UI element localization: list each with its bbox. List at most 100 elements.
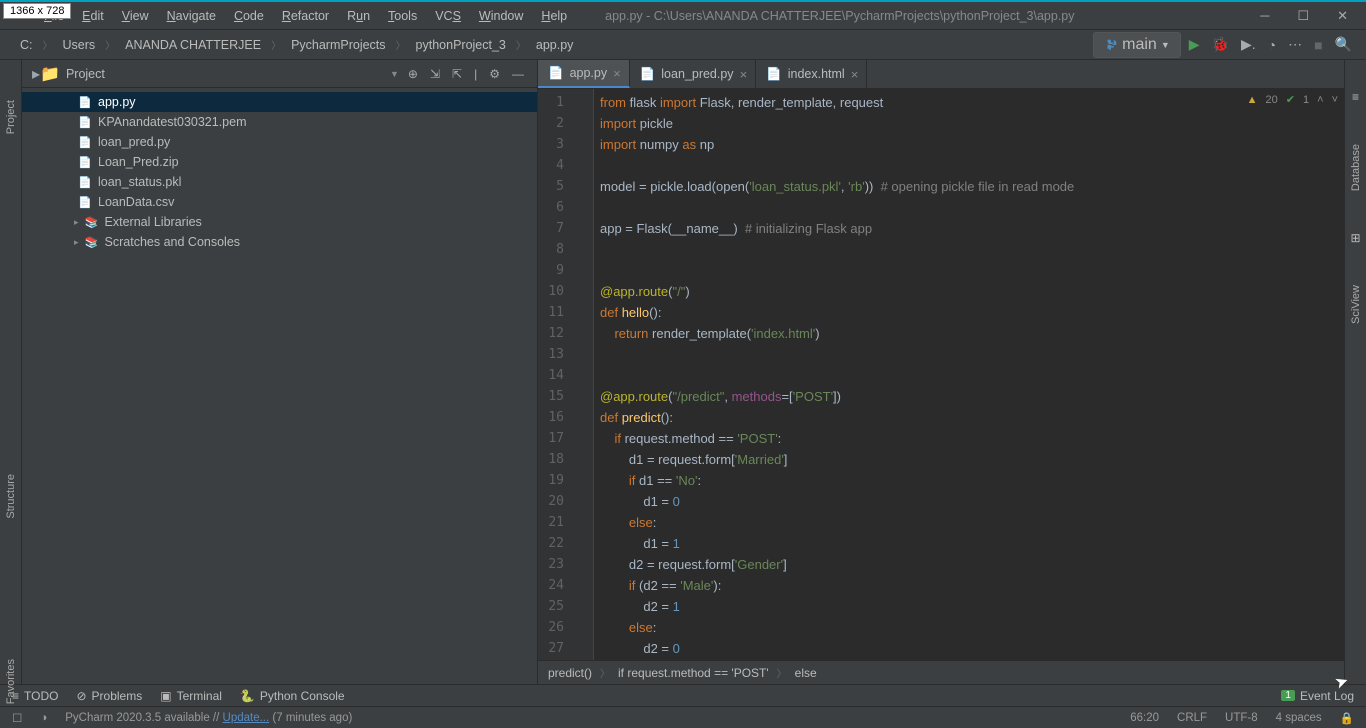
menu-tools[interactable]: Tools xyxy=(380,6,425,26)
favorites-tool-button[interactable]: Favorites xyxy=(5,659,17,704)
tree-root-item[interactable]: ▸ 📚Scratches and Consoles xyxy=(22,232,537,252)
bottom-tool-stripe: ≡ TODO ⊘ Problems ▣ Terminal 🐍 Python Co… xyxy=(0,684,1366,706)
titlebar: File Edit View Navigate Code Refactor Ru… xyxy=(0,0,1366,30)
close-tab-icon[interactable]: × xyxy=(613,66,621,81)
crumb-user[interactable]: ANANDA CHATTERJEE xyxy=(119,36,267,54)
lock-icon[interactable]: 🔒 xyxy=(1340,711,1354,725)
editor-tabs: 📄app.py×📄loan_pred.py×📄index.html× xyxy=(538,60,1344,89)
menu-vcs[interactable]: VCS xyxy=(427,6,469,26)
menu-help[interactable]: Help xyxy=(533,6,575,26)
close-tab-icon[interactable]: × xyxy=(740,67,748,82)
profile-button[interactable]: ◔ xyxy=(1268,37,1276,53)
crumb-drive[interactable]: C: xyxy=(14,36,39,54)
editor-tab[interactable]: 📄loan_pred.py× xyxy=(630,60,756,88)
panel-title[interactable]: Project xyxy=(66,67,384,81)
tree-item[interactable]: 📄KPAnandatest030321.pem xyxy=(22,112,537,132)
editor-tab[interactable]: 📄index.html× xyxy=(756,60,867,88)
settings-icon[interactable]: ⚙ xyxy=(486,67,503,81)
warning-icon: ▲ xyxy=(1247,94,1258,106)
editor-tab[interactable]: 📄app.py× xyxy=(538,60,630,88)
navigation-toolbar: C:〉 Users〉 ANANDA CHATTERJEE〉 PycharmPro… xyxy=(0,30,1366,60)
menu-code[interactable]: Code xyxy=(226,6,272,26)
attach-button[interactable]: ⋯ xyxy=(1288,36,1302,53)
menu-edit[interactable]: Edit xyxy=(74,6,112,26)
code-breadcrumb[interactable]: predict()〉 if request.method == 'POST'〉 … xyxy=(538,660,1344,684)
structure-tool-button[interactable]: Structure xyxy=(5,474,17,519)
encoding[interactable]: UTF-8 xyxy=(1225,712,1258,724)
dimensions-tooltip: 1366 x 728 xyxy=(3,3,71,19)
terminal-tool-button[interactable]: ▣ Terminal xyxy=(160,689,222,703)
line-separator[interactable]: CRLF xyxy=(1177,712,1207,724)
tree-item[interactable]: 📄app.py xyxy=(22,92,537,112)
dropdown-icon: ▼ xyxy=(1161,40,1170,50)
run-button[interactable]: ▶ xyxy=(1189,36,1200,53)
crumb-project[interactable]: pythonProject_3 xyxy=(410,36,512,54)
lib-icon: 📚 xyxy=(85,216,99,229)
close-button[interactable]: ✕ xyxy=(1337,8,1348,24)
tree-item[interactable]: 📄loan_pred.py xyxy=(22,132,537,152)
code-editor[interactable]: from flask import Flask, render_template… xyxy=(594,89,1344,660)
crumb-users[interactable]: Users xyxy=(57,36,102,54)
down-icon[interactable]: ˅ xyxy=(1332,94,1338,106)
project-tool-button[interactable]: Project xyxy=(5,100,17,134)
project-tree[interactable]: 📄app.py📄KPAnandatest030321.pem📄loan_pred… xyxy=(22,88,537,256)
minimize-button[interactable]: ─ xyxy=(1260,8,1269,24)
project-panel-header: ▸📁 Project ▼ ⊕ ⇲ ⇱ | ⚙ — xyxy=(22,60,537,88)
caret-position[interactable]: 66:20 xyxy=(1130,712,1159,724)
file-icon: 📄 xyxy=(640,67,656,82)
run-config-selector[interactable]: main ▼ xyxy=(1093,32,1181,58)
breadcrumb: C:〉 Users〉 ANANDA CHATTERJEE〉 PycharmPro… xyxy=(14,36,1093,54)
menu-view[interactable]: View xyxy=(114,6,157,26)
maximize-button[interactable]: ☐ xyxy=(1297,8,1309,24)
sci-icon[interactable]: ⊞ xyxy=(1350,231,1360,245)
file-icon: 📄 xyxy=(78,196,92,209)
run-coverage-button[interactable]: ▶. xyxy=(1241,36,1256,53)
file-icon: 📄 xyxy=(78,176,92,189)
inspection-indicators[interactable]: ▲20 ✔1 ˄ ˅ xyxy=(1247,93,1338,106)
processes-icon[interactable]: ◑ xyxy=(40,712,47,724)
fold-gutter[interactable] xyxy=(582,89,594,660)
tree-item[interactable]: 📄loan_status.pkl xyxy=(22,172,537,192)
python-console-tool-button[interactable]: 🐍 Python Console xyxy=(240,689,345,703)
problems-tool-button[interactable]: ⊘ Problems xyxy=(76,689,142,703)
db-icon[interactable]: ≡ xyxy=(1352,90,1359,104)
status-bar: ☐ ◑ PyCharm 2020.3.5 available // Update… xyxy=(0,706,1366,728)
lib-icon: 📚 xyxy=(85,236,99,249)
tree-item[interactable]: 📄LoanData.csv xyxy=(22,192,537,212)
debug-button[interactable]: 🐞 xyxy=(1212,36,1229,53)
window-title: app.py - C:\Users\ANANDA CHATTERJEE\Pych… xyxy=(605,9,1242,23)
file-icon: 📄 xyxy=(78,156,92,169)
divider: | xyxy=(471,67,480,81)
run-config-label: main xyxy=(1122,36,1157,54)
file-icon: 📄 xyxy=(78,96,92,109)
collapse-all-icon[interactable]: ⇱ xyxy=(449,67,465,81)
up-icon[interactable]: ˄ xyxy=(1317,94,1323,106)
status-update: PyCharm 2020.3.5 available // Update... … xyxy=(65,712,352,724)
folder-icon: ▸📁 xyxy=(32,64,60,84)
chevron-down-icon[interactable]: ▼ xyxy=(390,69,399,79)
sciview-tool-button[interactable]: SciView xyxy=(1350,285,1362,324)
file-icon: 📄 xyxy=(78,136,92,149)
hide-icon[interactable]: — xyxy=(509,67,527,81)
locate-icon[interactable]: ⊕ xyxy=(405,67,421,81)
crumb-projects[interactable]: PycharmProjects xyxy=(285,36,391,54)
update-link[interactable]: Update... xyxy=(223,712,270,724)
search-everywhere-button[interactable]: 🔍 xyxy=(1335,36,1352,53)
crumb-file[interactable]: app.py xyxy=(530,36,580,54)
database-tool-button[interactable]: Database xyxy=(1350,144,1362,191)
code-area[interactable]: ▲20 ✔1 ˄ ˅ 12345678910111213141516171819… xyxy=(538,89,1344,660)
menu-navigate[interactable]: Navigate xyxy=(159,6,224,26)
line-gutter: 1234567891011121314151617181920212223242… xyxy=(538,89,582,660)
tree-item[interactable]: 📄Loan_Pred.zip xyxy=(22,152,537,172)
expand-all-icon[interactable]: ⇲ xyxy=(427,67,443,81)
menu-refactor[interactable]: Refactor xyxy=(274,6,337,26)
menu-window[interactable]: Window xyxy=(471,6,531,26)
todo-tool-button[interactable]: ≡ TODO xyxy=(12,689,58,703)
close-tab-icon[interactable]: × xyxy=(851,67,859,82)
indent[interactable]: 4 spaces xyxy=(1276,712,1322,724)
tree-root-item[interactable]: ▸ 📚External Libraries xyxy=(22,212,537,232)
tool-windows-icon[interactable]: ☐ xyxy=(12,711,22,725)
file-icon: 📄 xyxy=(78,116,92,129)
stop-button[interactable]: ■ xyxy=(1314,37,1322,53)
menu-run[interactable]: Run xyxy=(339,6,378,26)
